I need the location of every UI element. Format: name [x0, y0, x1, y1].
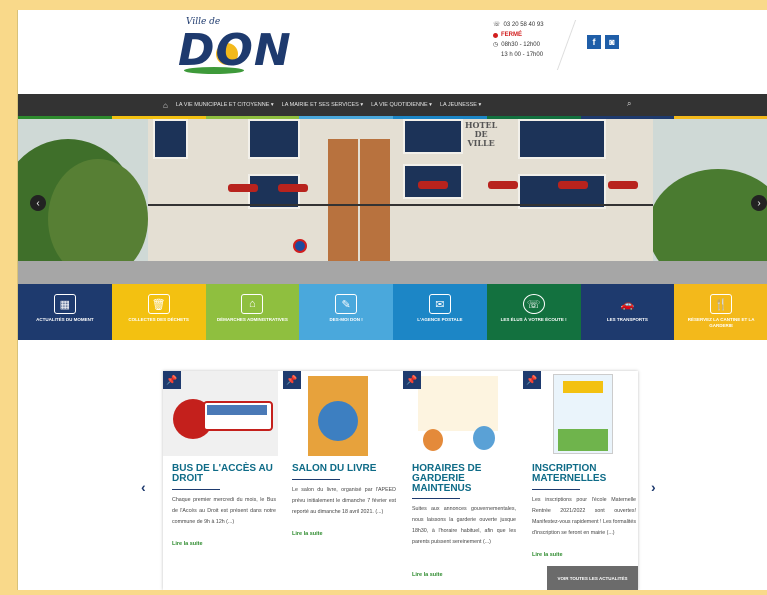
meal-icon: 🍴 — [710, 294, 733, 314]
tile-label: L'AGENCE POSTALE — [417, 317, 463, 322]
document-icon: ✎ — [335, 294, 358, 314]
main-nav: ⌂ LA VIE MUNICIPALE ET CITOYENNE ▾ LA MA… — [18, 94, 767, 116]
news-card-maternelles[interactable]: 📌 INSCRIPTION MATERNELLES Les inscriptio… — [523, 371, 638, 590]
news-title[interactable]: INSCRIPTION MATERNELLES — [532, 464, 636, 484]
phone-icon: ☏ — [522, 294, 545, 314]
nav-item-jeunesse[interactable]: LA JEUNESSE ▾ — [440, 102, 481, 108]
instagram-icon[interactable]: ◙ — [605, 35, 619, 49]
read-more-link[interactable]: Lire la suite — [172, 541, 203, 547]
news-card-bus[interactable]: 📌 BUS DE L'ACCÈS AU DROIT Chaque premier… — [163, 371, 278, 590]
header-divider — [556, 20, 577, 70]
site-header: Ville de DON ☏ 03 20 58 40 93 FERMÉ ◷ 08h3… — [18, 10, 767, 94]
news-carousel: 📌 BUS DE L'ACCÈS AU DROIT Chaque premier… — [163, 371, 638, 590]
pin-icon: 📌 — [163, 371, 181, 389]
read-more-link[interactable]: Lire la suite — [412, 572, 443, 578]
status-dot — [493, 32, 498, 38]
news-excerpt: Le salon du livre, organisé par l'APEED … — [292, 487, 396, 515]
read-more-link[interactable]: Lire la suite — [532, 552, 563, 558]
calendar-icon: ▦ — [53, 294, 76, 314]
nav-item-vie-quotidienne[interactable]: LA VIE QUOTIDIENNE ▾ — [371, 102, 432, 108]
quick-links: ▦ ACTUALITÉS DU MOMENT 🗑 COLLECTES DES DÉC… — [18, 284, 767, 340]
building-icon: ⌂ — [241, 294, 264, 314]
social-links: f ◙ — [587, 35, 619, 49]
hours-afternoon: 13 h 00 - 17h00 — [501, 52, 544, 58]
hero-prev-arrow[interactable]: ‹ — [30, 195, 46, 211]
hours-morning: 08h30 - 12h00 — [501, 42, 540, 48]
nav-item-vie-municipale[interactable]: LA VIE MUNICIPALE ET CITOYENNE ▾ — [176, 102, 274, 108]
hotel-de-ville-sign: HOTEL DE VILLE — [465, 120, 498, 148]
title-separator — [292, 479, 340, 480]
open-status: FERMÉ — [501, 32, 522, 38]
tile-label: DÉMARCHES ADMINISTRATIVES — [216, 317, 288, 322]
tile-label: COLLECTES DES DÉCHETS — [128, 317, 189, 322]
title-separator — [532, 489, 580, 490]
tile-cantine[interactable]: 🍴 RÉSERVEZ LA CANTINE ET LA GARDERIE — [674, 284, 767, 340]
pin-icon: 📌 — [283, 371, 301, 389]
town-hall-photo — [148, 119, 653, 284]
nav-item-mairie[interactable]: LA MAIRIE ET SES SERVICES ▾ — [282, 102, 363, 108]
news-title[interactable]: HORAIRES DE GARDERIE MAINTENUS — [412, 464, 516, 494]
logo-wordmark: DON — [178, 25, 292, 76]
road — [18, 261, 767, 284]
tile-label: RÉSERVEZ LA CANTINE ET LA GARDERIE — [687, 317, 755, 328]
all-news-button[interactable]: VOIR TOUTES LES ACTUALITÉS — [547, 566, 638, 590]
news-card-garderie[interactable]: 📌 HORAIRES DE GARDERIE MAINTENUS Suites … — [403, 371, 518, 590]
title-separator — [172, 489, 220, 490]
pin-icon: 📌 — [403, 371, 421, 389]
envelope-icon: ✉ — [428, 294, 451, 314]
tile-transports[interactable]: 🚗 LES TRANSPORTS — [580, 284, 675, 340]
tile-actualites[interactable]: ▦ ACTUALITÉS DU MOMENT — [18, 284, 112, 340]
tile-agence-postale[interactable]: ✉ L'AGENCE POSTALE — [393, 284, 487, 340]
pin-icon: 📌 — [523, 371, 541, 389]
clock-icon: ◷ — [493, 42, 499, 48]
news-excerpt: Chaque premier mercredi du mois, le Bus … — [172, 497, 276, 525]
tile-label: LES ÉLUS À VOTRE ÉCOUTE ! — [500, 317, 567, 322]
news-excerpt: Les inscriptions pour l'école Maternelle… — [532, 497, 636, 536]
page: Ville de DON ☏ 03 20 58 40 93 FERMÉ ◷ 08h3… — [17, 10, 767, 590]
hero-next-arrow[interactable]: › — [751, 195, 767, 211]
site-logo[interactable]: Ville de DON — [178, 15, 303, 85]
tile-label: LES TRANSPORTS — [606, 317, 648, 322]
news-title[interactable]: SALON DU LIVRE — [292, 464, 396, 474]
phone-icon: ☏ — [493, 22, 501, 28]
tile-label: ACTUALITÉS DU MOMENT — [36, 317, 94, 322]
news-card-salon[interactable]: 📌 SALON DU LIVRE Le salon du livre, orga… — [283, 371, 398, 590]
news-next-arrow[interactable]: › — [651, 479, 656, 495]
tile-demarches[interactable]: ⌂ DÉMARCHES ADMINISTRATIVES — [205, 284, 300, 340]
trash-icon: 🗑 — [147, 294, 170, 314]
title-separator — [412, 498, 460, 499]
contact-info: ☏ 03 20 58 40 93 FERMÉ ◷ 08h30 - 12h00 13 … — [493, 20, 544, 60]
car-icon: 🚗 — [620, 298, 635, 311]
tile-label: DES-MOI DON ! — [329, 317, 363, 322]
tile-des-moi-don[interactable]: ✎ DES-MOI DON ! — [299, 284, 393, 340]
no-parking-sign — [293, 239, 307, 253]
tile-elus[interactable]: ☏ LES ÉLUS À VOTRE ÉCOUTE ! — [486, 284, 581, 340]
search-icon[interactable]: ⌕ — [627, 99, 631, 109]
hero-slider: HOTEL DE VILLE ‹ › — [18, 119, 767, 284]
news-excerpt: Suites aux annonces gouvernementales, no… — [412, 506, 516, 545]
tile-collectes[interactable]: 🗑 COLLECTES DES DÉCHETS — [111, 284, 206, 340]
home-icon[interactable]: ⌂ — [163, 101, 168, 110]
news-title[interactable]: BUS DE L'ACCÈS AU DROIT — [172, 464, 276, 484]
phone-number[interactable]: 03 20 58 40 93 — [504, 20, 544, 30]
read-more-link[interactable]: Lire la suite — [292, 531, 323, 537]
news-prev-arrow[interactable]: ‹ — [141, 479, 146, 495]
facebook-icon[interactable]: f — [587, 35, 601, 49]
